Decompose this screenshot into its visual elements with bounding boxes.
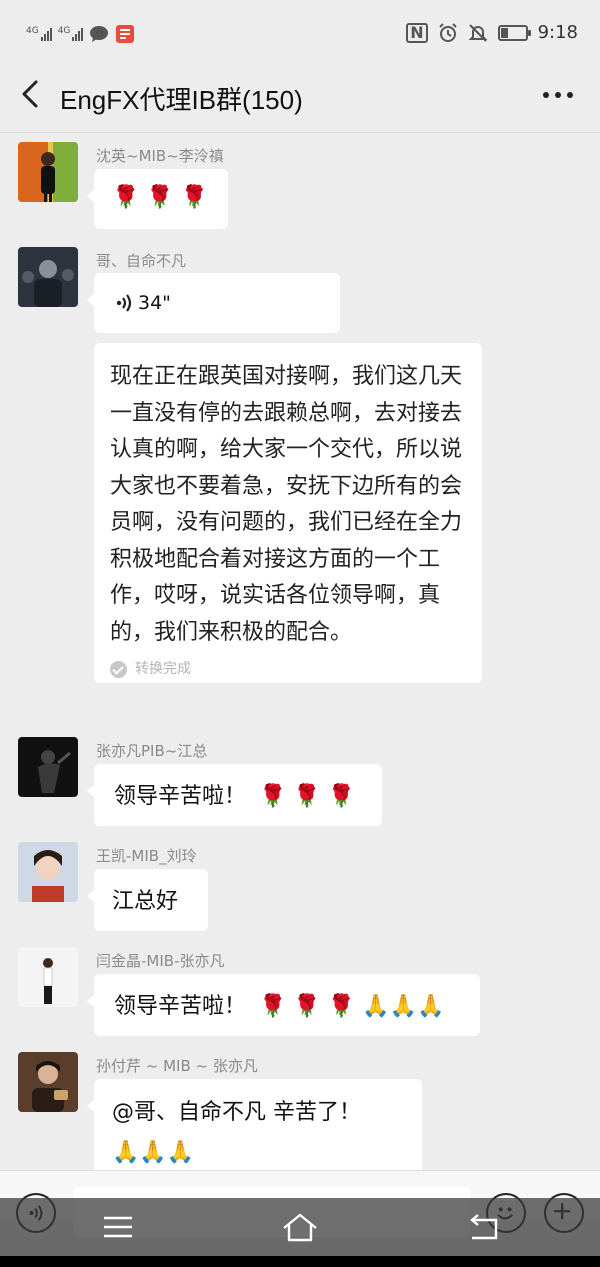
avatar[interactable]: [18, 842, 78, 902]
transcript-text: 现在正在跟英国对接啊，我们这几天一直没有停的去跟赖总啊，去对接去认真的啊，给大家…: [110, 364, 463, 645]
rose-emoji: 🌹 🌹 🌹: [259, 994, 356, 1019]
voice-message-bubble[interactable]: 34": [87, 273, 340, 333]
back-icon[interactable]: [464, 1210, 504, 1244]
sim1-network-label: 4G: [26, 26, 39, 36]
avatar[interactable]: [18, 737, 78, 797]
chat-title: EngFX代理IB群(150): [60, 85, 303, 115]
message-bubble[interactable]: 领导辛苦啦！ 🌹 🌹 🌹: [87, 764, 382, 826]
rose-emoji: 🌹 🌹 🌹: [259, 784, 356, 809]
voice-wave-icon: [116, 294, 132, 312]
sender-name: 张亦凡PIB~江总: [96, 742, 208, 760]
transcript-status: 转换完成: [110, 655, 466, 683]
check-circle-icon: [110, 660, 127, 678]
chat-header: EngFX代理IB群(150): [0, 60, 600, 133]
mute-icon: [468, 23, 487, 42]
voice-duration: 34": [138, 292, 171, 314]
home-icon[interactable]: [280, 1210, 320, 1244]
nfc-icon: N: [406, 22, 428, 43]
status-right-icons: N 9:18: [406, 22, 578, 43]
message-text: @哥、自命不凡 辛苦了！: [112, 1100, 361, 1125]
status-bar: 4G 4G N 9:18: [0, 8, 600, 60]
sim2-network-label: 4G: [57, 26, 71, 36]
sender-name: 沈英~MIB~李泠禛: [96, 147, 224, 165]
clock: 9:18: [537, 22, 578, 43]
message-bubble[interactable]: 🌹 🌹 🌹: [87, 169, 228, 229]
status-left-icons: 4G 4G: [26, 24, 135, 44]
avatar[interactable]: [18, 247, 78, 307]
pray-emoji: 🙏🙏🙏: [362, 994, 445, 1019]
battery-icon: [497, 24, 531, 41]
more-dots-icon[interactable]: [538, 80, 578, 110]
message-bubble[interactable]: 江总好: [87, 869, 208, 931]
sender-name: 哥、自命不凡: [96, 252, 187, 270]
signal-sim2-icon: 4G: [58, 27, 84, 41]
avatar[interactable]: [18, 947, 78, 1007]
chevron-left-icon[interactable]: [14, 76, 50, 112]
sender-name: 王凯-MIB_刘玲: [96, 847, 197, 865]
transcript-status-label: 转换完成: [135, 660, 191, 677]
avatar[interactable]: [18, 142, 78, 202]
chat-notification-icon: [90, 26, 109, 42]
voice-transcript[interactable]: 现在正在跟英国对接啊，我们这几天一直没有停的去跟赖总啊，去对接去认真的啊，给大家…: [94, 343, 482, 683]
chat-screen: 4G 4G N 9:18 EngFX代理IB群(150) 沈英~MIB~李泠禛 …: [0, 0, 600, 1267]
signal-sim1-icon: 4G: [26, 27, 52, 41]
message-list[interactable]: 沈英~MIB~李泠禛 🌹 🌹 🌹 哥、自命不凡 34" 现在正在跟英国对接啊，我…: [0, 133, 600, 1170]
app-notification-icon: [116, 25, 135, 43]
rose-emoji: 🌹 🌹 🌹: [112, 185, 209, 210]
message-text: 领导辛苦啦！: [114, 994, 247, 1019]
message-bubble[interactable]: 领导辛苦啦！ 🌹 🌹 🌹 🙏🙏🙏: [87, 974, 480, 1036]
message-text: 江总好: [112, 889, 179, 914]
avatar[interactable]: [18, 1052, 78, 1112]
battery-level: [500, 27, 509, 38]
message-text: 领导辛苦啦！: [114, 784, 247, 809]
sender-name: 闫金晶-MIB-张亦凡: [96, 952, 225, 970]
screen-bottom-edge: [0, 1256, 600, 1267]
menu-icon[interactable]: [98, 1210, 138, 1244]
pray-emoji: 🙏🙏🙏: [112, 1140, 195, 1165]
sender-name: 孙付芹 ~ MIB ~ 张亦凡: [96, 1057, 258, 1075]
system-nav-bar: [0, 1198, 600, 1256]
message-bubble[interactable]: @哥、自命不凡 辛苦了！ 🙏🙏🙏: [87, 1079, 422, 1170]
alarm-icon: [438, 22, 457, 42]
